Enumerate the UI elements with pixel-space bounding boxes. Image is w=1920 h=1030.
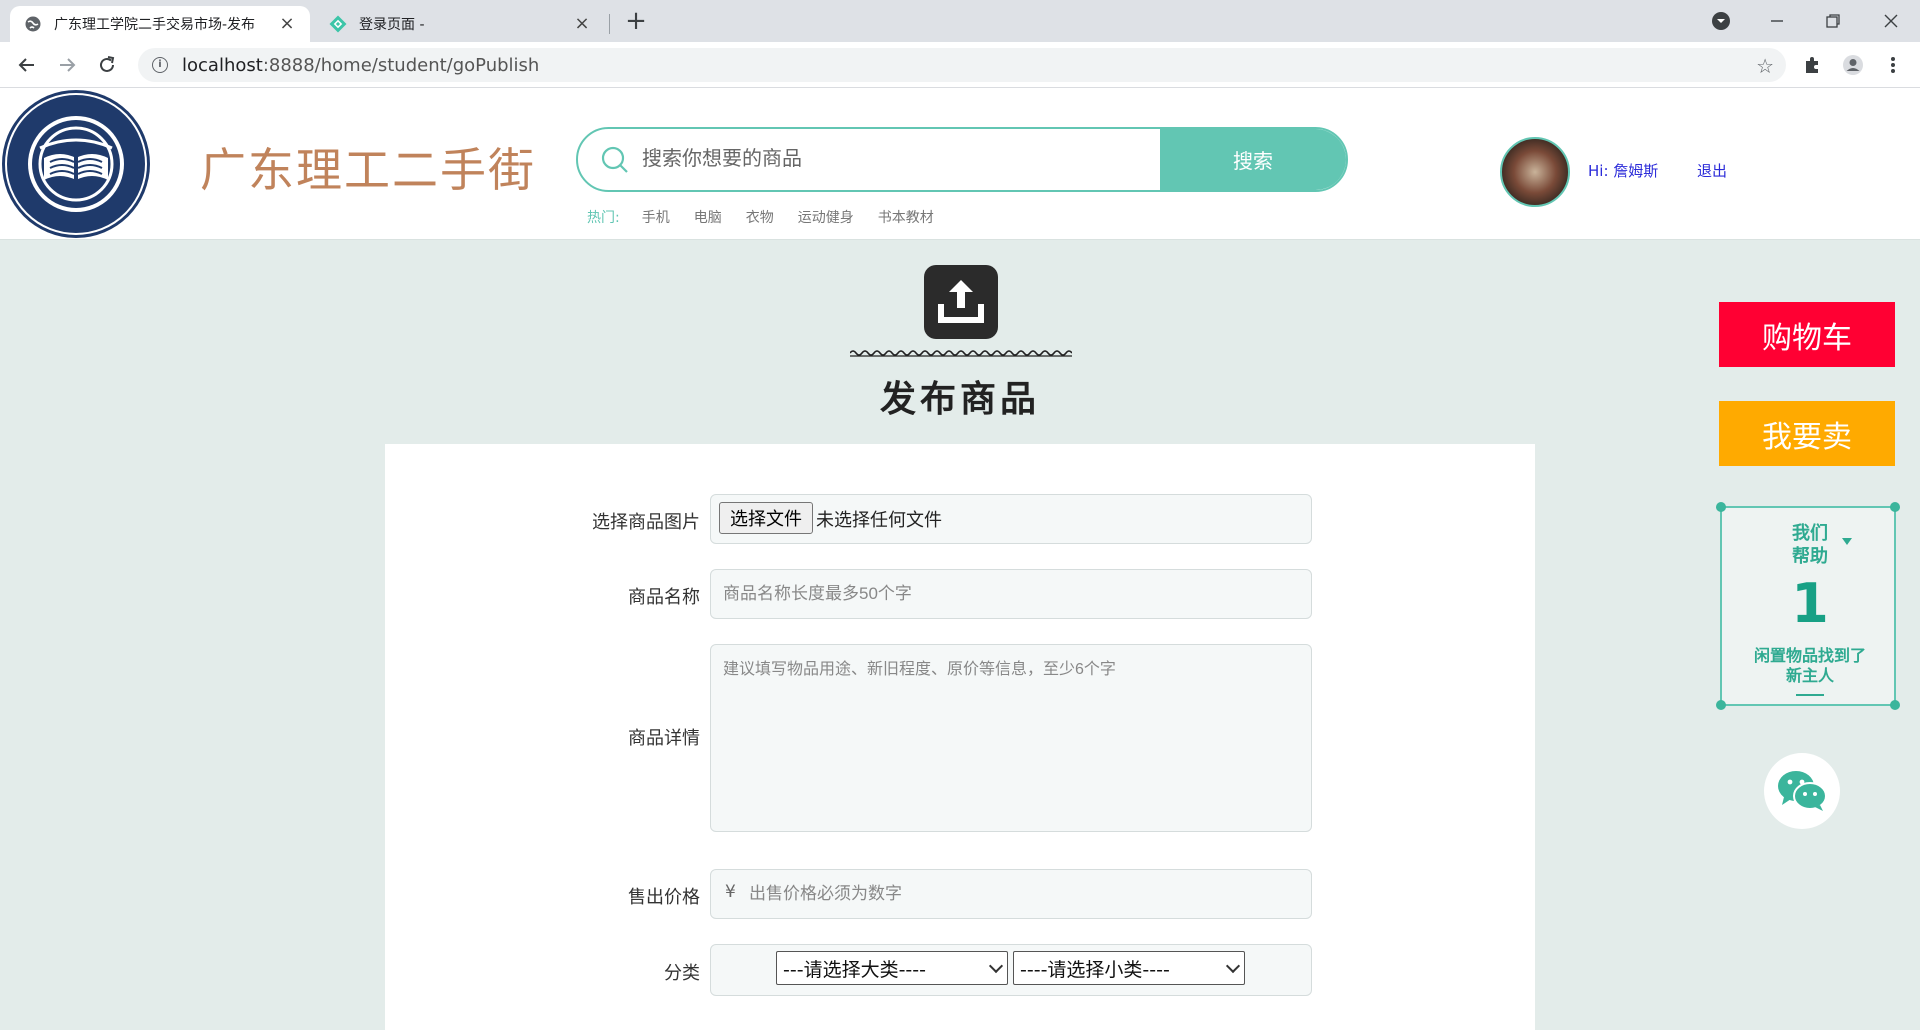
site-brand[interactable]: 广东理工二手街 (200, 134, 536, 200)
hot-label: 热门: (587, 210, 620, 226)
forward-icon[interactable] (52, 50, 82, 80)
name-field (710, 569, 1312, 619)
account-icon[interactable] (1838, 50, 1868, 80)
diamond-logo-icon (329, 15, 347, 33)
bookmark-star-icon[interactable]: ☆ (1756, 54, 1774, 78)
minimize-icon[interactable] (1762, 6, 1792, 36)
main-category-select[interactable]: ---请选择大类---- (776, 951, 1008, 985)
price-label: 售出价格 (628, 887, 700, 908)
address-bar[interactable]: i localhost:8888/home/student/goPublish … (138, 48, 1786, 82)
browser-toolbar: i localhost:8888/home/student/goPublish … (0, 42, 1920, 88)
wave-divider (850, 350, 1072, 357)
search-button[interactable]: 搜索 (1160, 129, 1346, 190)
choose-file-button[interactable]: 选择文件 (719, 502, 813, 534)
tab-login[interactable]: 登录页面 - × (315, 6, 605, 42)
close-icon[interactable]: × (278, 15, 296, 33)
corner-dot (1890, 700, 1900, 710)
url-host: localhost (182, 54, 263, 76)
category-label: 分类 (664, 963, 700, 984)
hot-item-computer[interactable]: 电脑 (694, 207, 722, 227)
detail-textarea[interactable] (711, 645, 1311, 831)
tab-publish[interactable]: 广东理工学院二手交易市场-发布 × (10, 6, 310, 42)
corner-dot (1716, 502, 1726, 512)
image-file-field: 选择文件 未选择任何文件 (710, 494, 1312, 544)
back-icon[interactable] (12, 50, 42, 80)
detail-label: 商品详情 (628, 728, 700, 749)
main-category-value: ---请选择大类---- (783, 958, 926, 981)
profile-dropdown-icon[interactable] (1706, 6, 1736, 36)
name-label: 商品名称 (628, 587, 700, 608)
page-title: 发布商品 (879, 378, 1040, 420)
file-status: 未选择任何文件 (816, 510, 942, 531)
logout-link[interactable]: 退出 (1697, 160, 1727, 181)
price-row: 售出价格 ¥ (385, 869, 1535, 919)
tab-title: 广东理工学院二手交易市场-发布 (54, 17, 256, 33)
restore-icon[interactable] (1818, 6, 1848, 36)
stat-number: 1 (1791, 572, 1829, 635)
price-field: ¥ (710, 869, 1312, 919)
user-greeting[interactable]: Hi: 詹姆斯 (1588, 160, 1658, 181)
extensions-icon[interactable] (1797, 50, 1827, 80)
url-path: :8888/home/student/goPublish (262, 54, 540, 76)
search-bar: 搜索 (576, 127, 1348, 192)
stat-description: 闲置物品找到了 新主人 (1753, 646, 1866, 685)
corner-dot (1890, 502, 1900, 512)
detail-row: 商品详情 (385, 644, 1535, 832)
chevron-down-icon (1225, 958, 1241, 974)
site-header: 广东理工二手街 搜索 热门: 手机 电脑 衣物 运动健身 书本教材 Hi: 詹姆… (0, 88, 1920, 240)
new-tab-icon[interactable]: + (622, 8, 650, 36)
sub-category-value: ----请选择小类---- (1020, 958, 1170, 981)
yen-symbol: ¥ (725, 882, 736, 902)
corner-dot (1716, 700, 1726, 710)
wechat-button[interactable] (1764, 753, 1840, 829)
menu-kebab-icon[interactable] (1878, 50, 1908, 80)
hot-item-phone[interactable]: 手机 (642, 207, 670, 227)
window-close-icon[interactable] (1876, 6, 1906, 36)
tab-title: 登录页面 - (359, 17, 425, 33)
hot-item-books[interactable]: 书本教材 (878, 207, 934, 227)
detail-field (710, 644, 1312, 832)
tab-separator (609, 14, 610, 34)
college-seal-logo[interactable] (0, 88, 152, 240)
cart-button[interactable]: 购物车 (1719, 302, 1895, 367)
price-input[interactable] (711, 870, 1311, 918)
upload-icon (924, 265, 998, 339)
image-label: 选择商品图片 (592, 512, 700, 533)
hot-keywords: 热门: 手机 电脑 衣物 运动健身 书本教材 (587, 207, 958, 227)
close-icon[interactable]: × (573, 15, 591, 33)
search-input[interactable] (642, 129, 1142, 190)
name-row: 商品名称 (385, 569, 1535, 619)
publish-form: 选择商品图片 选择文件 未选择任何文件 商品名称 商品详情 售出价格 ¥ 分类 … (385, 444, 1535, 1030)
hot-item-sports[interactable]: 运动健身 (798, 207, 854, 227)
chevron-down-icon (988, 958, 1004, 974)
stat-underline (1796, 694, 1824, 696)
name-input[interactable] (711, 570, 1311, 618)
stat-title: 我们 帮助 (1792, 523, 1828, 567)
info-icon[interactable]: i (152, 57, 168, 73)
wechat-icon (1778, 771, 1827, 811)
caret-down-icon (1842, 538, 1852, 545)
sub-category-select[interactable]: ----请选择小类---- (1013, 951, 1245, 985)
search-icon (601, 146, 628, 173)
browser-tabstrip: 广东理工学院二手交易市场-发布 × 登录页面 - × + (0, 0, 1920, 42)
help-stat-box: 我们 帮助 1 闲置物品找到了 新主人 (1716, 502, 1900, 710)
category-field: ---请选择大类---- ----请选择小类---- (710, 944, 1312, 996)
reload-icon[interactable] (92, 50, 122, 80)
hot-item-clothes[interactable]: 衣物 (746, 207, 774, 227)
image-row: 选择商品图片 选择文件 未选择任何文件 (385, 494, 1535, 544)
category-row: 分类 ---请选择大类---- ----请选择小类---- (385, 944, 1535, 996)
globe-icon (25, 16, 41, 32)
avatar[interactable] (1500, 137, 1570, 207)
url-text: localhost:8888/home/student/goPublish (182, 55, 539, 76)
